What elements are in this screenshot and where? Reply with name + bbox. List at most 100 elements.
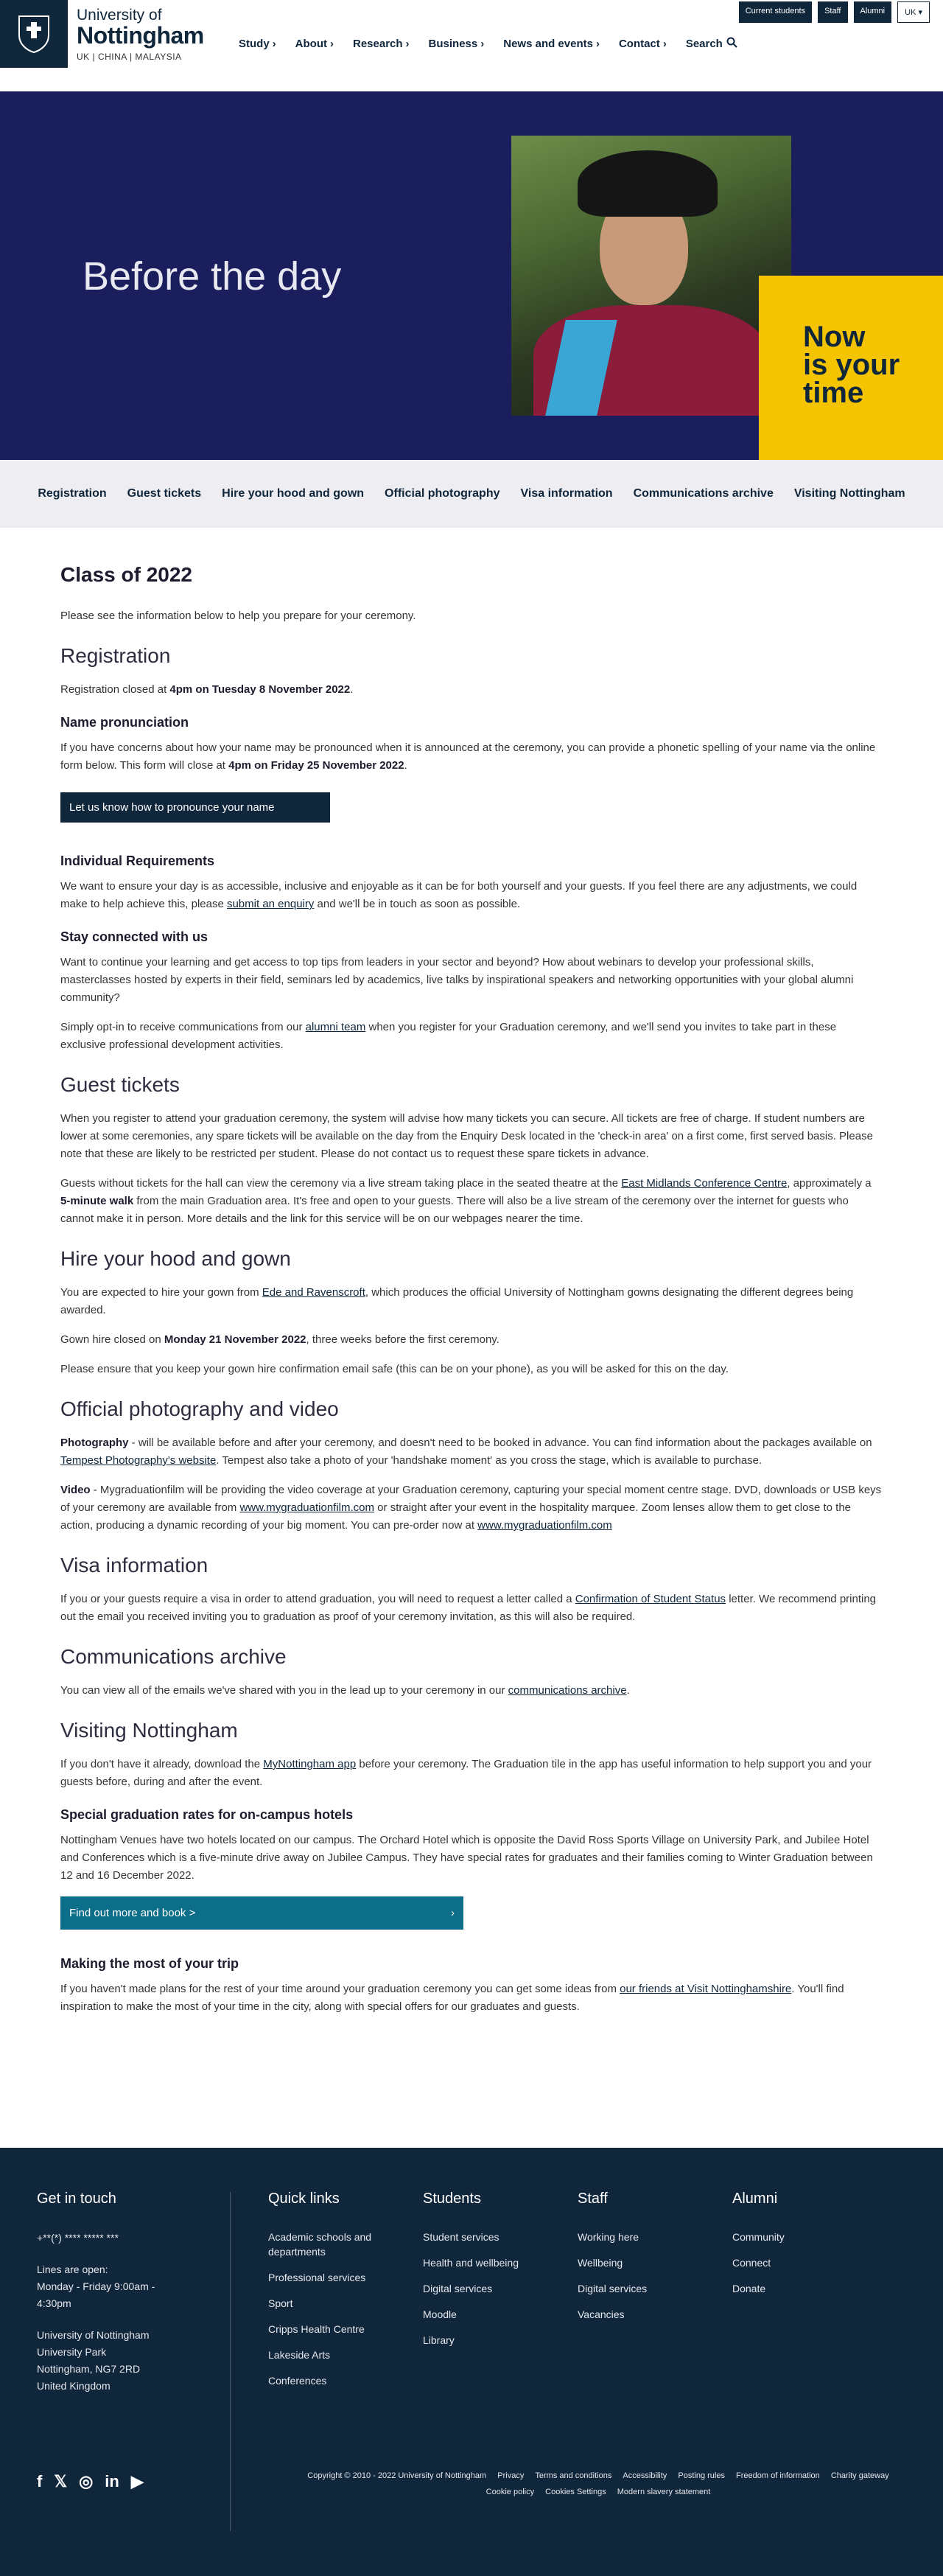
accessibility-link[interactable]: Accessibility [623,2471,667,2480]
footer-link[interactable]: Conferences [268,2373,386,2388]
nav-news-and-events[interactable]: News and events › [503,37,600,51]
footer-link[interactable]: Health and wellbeing [423,2255,548,2270]
footer-link[interactable]: Library [423,2333,548,2348]
communications-archive-link[interactable]: communications archive [508,1684,627,1697]
stay-connected-text: Want to continue your learning and get a… [60,956,854,1004]
section-nav: Registration Guest tickets Hire your hoo… [0,460,943,528]
tempest-link[interactable]: Tempest Photography's website [60,1454,216,1467]
footer-address-line: Nottingham, NG7 2RD [37,2363,141,2375]
footer-link[interactable]: Working here [578,2230,703,2244]
section-link-hood-and-gown[interactable]: Hire your hood and gown [222,487,364,500]
facebook-icon[interactable]: f [37,2472,42,2491]
chevron-down-icon: › [662,38,667,50]
footer-link[interactable]: Vacancies [578,2307,703,2322]
visiting-text: If you don't have it already, download t… [60,1758,872,1788]
footer-phone[interactable]: +**(*) **** ***** *** [37,2230,206,2247]
footer-link[interactable]: Digital services [578,2281,703,2296]
footer-address-line: University Park [37,2346,107,2358]
footer-link[interactable]: Professional services [268,2270,386,2285]
nav-label: About [295,38,327,50]
live-stream-text: Guests without tickets for the hall can … [60,1177,872,1225]
book-hotel-button[interactable]: Find out more and book > › [60,1896,463,1930]
twitter-icon[interactable]: 𝕏 [54,2472,67,2491]
emcc-link[interactable]: East Midlands Conference Centre [621,1177,787,1190]
visit-nottinghamshire-link[interactable]: our friends at Visit Nottinghamshire [620,1983,791,1995]
region-selector[interactable]: UK ▾ [897,1,930,23]
page-title: Class of 2022 [60,563,192,586]
guest-tickets-text: When you register to attend your graduat… [60,1112,873,1160]
nav-contact[interactable]: Contact › [619,37,667,51]
nav-label: News and events [503,38,593,50]
search-button[interactable]: Search [686,37,737,51]
footer-link[interactable]: Donate [732,2281,858,2296]
visa-heading: Visa information [60,1554,208,1577]
chevron-down-icon: › [480,38,485,50]
pronounce-name-button[interactable]: Let us know how to pronounce your name [60,792,330,823]
staff-heading: Staff [578,2191,608,2207]
footer-link[interactable]: Student services [423,2230,548,2244]
footer-link[interactable]: Cripps Health Centre [268,2322,386,2336]
section-link-registration[interactable]: Registration [38,487,106,500]
posting-rules-link[interactable]: Posting rules [678,2471,725,2480]
foi-link[interactable]: Freedom of information [736,2471,820,2480]
main-nav: Study › About › Research › Business › News a… [239,37,737,51]
hero-banner: Before the day Now is your time [0,91,943,460]
footer-contact: Get in touch +**(*) **** ***** *** Lines… [37,2191,206,2395]
section-link-photography[interactable]: Official photography [385,487,499,500]
footer-link[interactable]: Wellbeing [578,2255,703,2270]
communications-text: You can view all of the emails we've sha… [60,1684,630,1697]
section-link-visiting[interactable]: Visiting Nottingham [794,487,905,500]
footer-link[interactable]: Digital services [423,2281,548,2296]
intro-text: Please see the information below to help… [60,610,416,622]
footer-link[interactable]: Connect [732,2255,858,2270]
visiting-heading: Visiting Nottingham [60,1719,238,1742]
registration-closed-text: Registration closed at 4pm on Tuesday 8 … [60,683,354,696]
footer-link[interactable]: Academic schools and departments [268,2230,386,2259]
alumni-link[interactable]: Alumni [853,1,892,23]
linkedin-icon[interactable]: in [105,2472,119,2491]
mygraduationfilm-link[interactable]: www.mygraduationfilm.com [239,1501,374,1514]
footer-lines-label: Lines are open: [37,2263,108,2275]
staff-link[interactable]: Staff [818,1,848,23]
footer-contact-heading: Get in touch [37,2191,116,2207]
footer-link[interactable]: Community [732,2230,858,2244]
nav-business[interactable]: Business › [429,37,485,51]
main-content: Class of 2022 Please see the information… [0,528,943,2016]
mynottingham-app-link[interactable]: MyNottingham app [263,1758,356,1770]
mygraduationfilm-preorder-link[interactable]: www.mygraduationfilm.com [477,1519,612,1532]
communications-heading: Communications archive [60,1645,287,1668]
individual-requirements-text: We want to ensure your day is as accessi… [60,880,858,910]
nav-label: Study [239,38,270,50]
footer-link[interactable]: Sport [268,2296,386,2311]
graduate-photo [511,136,791,416]
quick-links-heading: Quick links [268,2191,340,2207]
modern-slavery-link[interactable]: Modern slavery statement [617,2488,711,2496]
submit-enquiry-link[interactable]: submit an enquiry [227,898,314,910]
section-link-visa[interactable]: Visa information [521,487,613,500]
student-status-link[interactable]: Confirmation of Student Status [575,1593,726,1605]
footer-link[interactable]: Lakeside Arts [268,2348,386,2362]
nav-study[interactable]: Study › [239,37,276,51]
charity-gateway-link[interactable]: Charity gateway [831,2471,889,2480]
section-link-communications[interactable]: Communications archive [634,487,774,500]
terms-link[interactable]: Terms and conditions [535,2471,611,2480]
alumni-team-link[interactable]: alumni team [306,1021,366,1033]
copyright-text: Copyright © 2010 - 2022 University of No… [307,2471,487,2480]
ede-ravenscroft-link[interactable]: Ede and Ravenscroft [262,1286,365,1299]
page: University of Nottingham UK | CHINA | MA… [0,0,943,2576]
nav-about[interactable]: About › [295,37,334,51]
cookie-policy-link[interactable]: Cookie policy [486,2488,534,2496]
guest-tickets-heading: Guest tickets [60,1073,180,1096]
university-logo[interactable]: University of Nottingham UK | CHINA | MA… [0,0,204,68]
pronunciation-text: If you have concerns about how your name… [60,741,876,772]
cookie-settings-link[interactable]: Cookies Settings [545,2488,606,2496]
current-students-link[interactable]: Current students [738,1,813,23]
section-link-guest-tickets[interactable]: Guest tickets [127,487,201,500]
search-label: Search [685,38,723,50]
youtube-icon[interactable]: ▶ [131,2472,144,2491]
utility-nav: Current students Staff Alumni UK ▾ [738,1,930,23]
instagram-icon[interactable]: ◎ [79,2472,93,2491]
privacy-link[interactable]: Privacy [497,2471,524,2480]
nav-research[interactable]: Research › [353,37,410,51]
footer-link[interactable]: Moodle [423,2307,548,2322]
